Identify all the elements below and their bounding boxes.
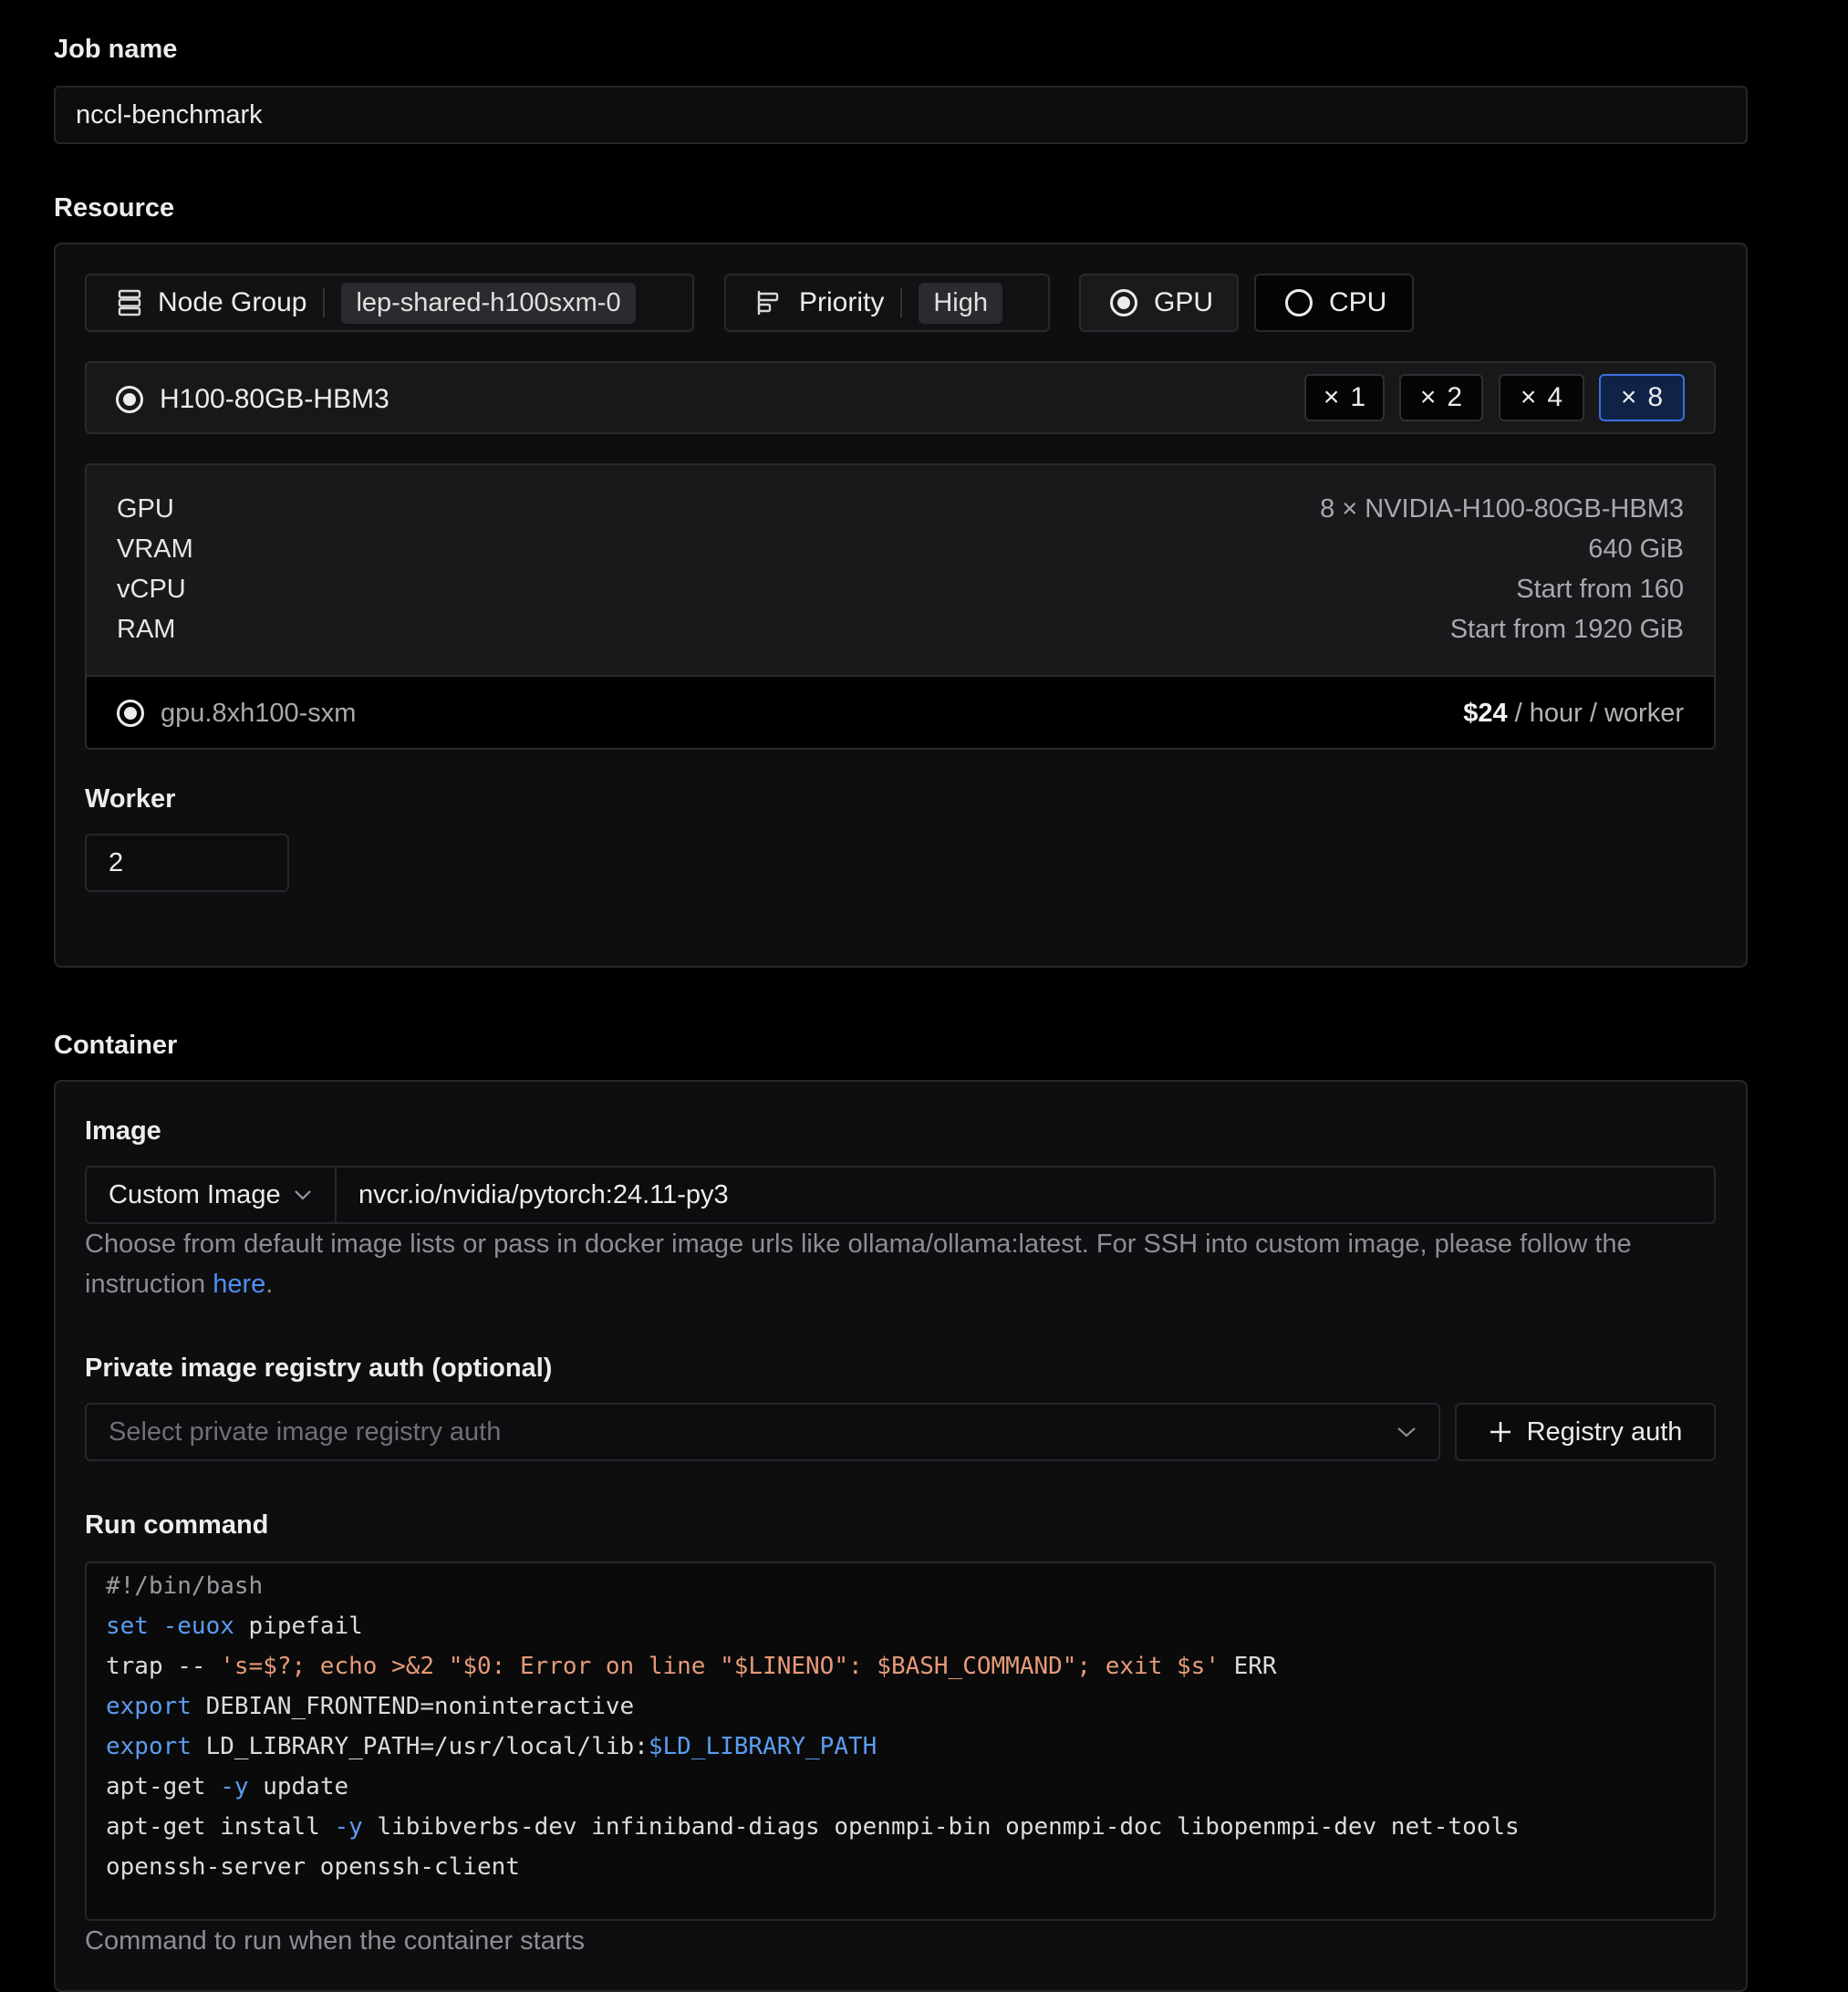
priority-selector[interactable]: Priority High [724,274,1050,332]
multiplier-x1[interactable]: × 1 [1304,374,1385,421]
node-group-value: lep-shared-h100sxm-0 [341,282,636,324]
code-line: set -euox pipefail [106,1613,363,1640]
cpu-option[interactable]: CPU [1254,274,1414,332]
image-url-input[interactable]: nvcr.io/nvidia/pytorch:24.11-py3 [337,1180,1714,1210]
spec-value: 640 GiB [1588,534,1684,564]
spec-value: Start from 160 [1516,574,1684,604]
instance-spec-card: GPU 8 × NVIDIA-H100-80GB-HBM3 VRAM 640 G… [85,463,1716,750]
spec-key: vCPU [117,574,186,604]
spec-row: RAM Start from 1920 GiB [117,609,1684,649]
plus-icon [1490,1422,1511,1442]
multiplier-x8[interactable]: × 8 [1599,374,1685,421]
instance-type: gpu.8xh100-sxm [117,699,356,729]
radio-selected-icon [116,386,143,413]
price-amount: $24 [1463,698,1508,728]
worker-value: 2 [109,847,124,877]
spec-value: 8 × NVIDIA-H100-80GB-HBM3 [1320,493,1684,524]
code-line: export DEBIAN_FRONTEND=noninteractive [106,1693,635,1720]
multiplier-value: 4 [1547,382,1563,412]
instance-price: $24 / hour / worker [1463,699,1684,729]
code-line: #!/bin/bash [106,1572,264,1600]
code-line: openssh-server openssh-client [106,1853,520,1881]
registry-select[interactable]: Select private image registry auth [85,1403,1440,1461]
job-name-value: nccl-benchmark [76,99,263,130]
job-name-label: Job name [54,35,178,64]
priority-label: Priority [799,287,885,317]
image-url-value: nvcr.io/nvidia/pytorch:24.11-py3 [358,1179,729,1209]
run-command-label: Run command [85,1510,269,1540]
multiplier-x4[interactable]: × 4 [1499,374,1584,421]
multiplier-value: 2 [1447,382,1463,412]
image-help-body: Choose from default image lists or pass … [85,1229,1632,1299]
image-help-text: Choose from default image lists or pass … [85,1224,1716,1304]
close-icon: × [1323,382,1340,412]
gpu-model-option[interactable]: H100-80GB-HBM3 [116,384,389,415]
instance-option[interactable]: gpu.8xh100-sxm $24 / hour / worker [87,675,1714,748]
spec-key: GPU [117,493,174,524]
multiplier-value: 1 [1350,382,1366,412]
close-icon: × [1419,382,1437,412]
container-label: Container [54,1031,178,1060]
code-line: export LD_LIBRARY_PATH=/usr/local/lib:$L… [106,1733,877,1760]
priority-icon [757,291,779,315]
price-unit: / hour / worker [1507,698,1684,728]
registry-placeholder: Select private image registry auth [109,1416,502,1447]
code-line: apt-get install -y libibverbs-dev infini… [106,1813,1520,1841]
registry-label: Private image registry auth (optional) [85,1354,553,1383]
spec-row: GPU 8 × NVIDIA-H100-80GB-HBM3 [117,489,1684,529]
multiplier-value: 8 [1647,382,1664,412]
node-group-label: Node Group [158,287,307,317]
gpu-option-label: GPU [1154,287,1214,317]
image-field: Custom Image nvcr.io/nvidia/pytorch:24.1… [85,1166,1716,1224]
add-registry-auth-button[interactable]: Registry auth [1455,1403,1716,1461]
code-line: apt-get -y update [106,1773,349,1800]
registry-auth-label: Registry auth [1526,1416,1683,1447]
gpu-option[interactable]: GPU [1079,274,1239,332]
image-type-value: Custom Image [109,1179,281,1209]
spec-key: RAM [117,614,176,644]
chevron-down-icon [294,1190,311,1200]
chevron-down-icon [1397,1427,1416,1437]
close-icon: × [1620,382,1637,412]
worker-label: Worker [85,784,176,814]
resource-label: Resource [54,193,175,223]
node-group-selector[interactable]: Node Group lep-shared-h100sxm-0 [85,274,694,332]
cpu-option-label: CPU [1329,287,1387,317]
image-help-end: . [265,1270,274,1299]
job-name-input[interactable]: nccl-benchmark [54,86,1748,144]
gpu-model-name: H100-80GB-HBM3 [160,384,389,414]
code-line: trap -- 's=$?; echo >&2 "$0: Error on li… [106,1653,1277,1680]
create-job-form: Job name nccl-benchmark Resource Node Gr… [0,0,1848,1992]
divider [323,288,326,317]
image-label: Image [85,1116,161,1146]
spec-value: Start from 1920 GiB [1449,614,1684,644]
priority-value: High [919,282,1002,324]
multiplier-x2[interactable]: × 2 [1399,374,1483,421]
radio-selected-icon [1110,289,1137,316]
instruction-link[interactable]: here [213,1270,265,1299]
worker-input[interactable]: 2 [85,834,289,892]
spec-list: GPU 8 × NVIDIA-H100-80GB-HBM3 VRAM 640 G… [87,465,1714,675]
instance-name: gpu.8xh100-sxm [161,698,357,728]
spec-row: vCPU Start from 160 [117,569,1684,609]
run-command-help: Command to run when the container starts [85,1926,586,1956]
server-icon [118,289,141,316]
run-command-editor[interactable]: #!/bin/bash set -euox pipefail trap -- '… [85,1561,1716,1921]
radio-unselected-icon [1285,289,1313,316]
divider [900,288,903,317]
spec-row: VRAM 640 GiB [117,529,1684,569]
close-icon: × [1520,382,1537,412]
image-type-select[interactable]: Custom Image [87,1167,337,1222]
radio-selected-icon [117,700,144,727]
spec-key: VRAM [117,534,193,564]
